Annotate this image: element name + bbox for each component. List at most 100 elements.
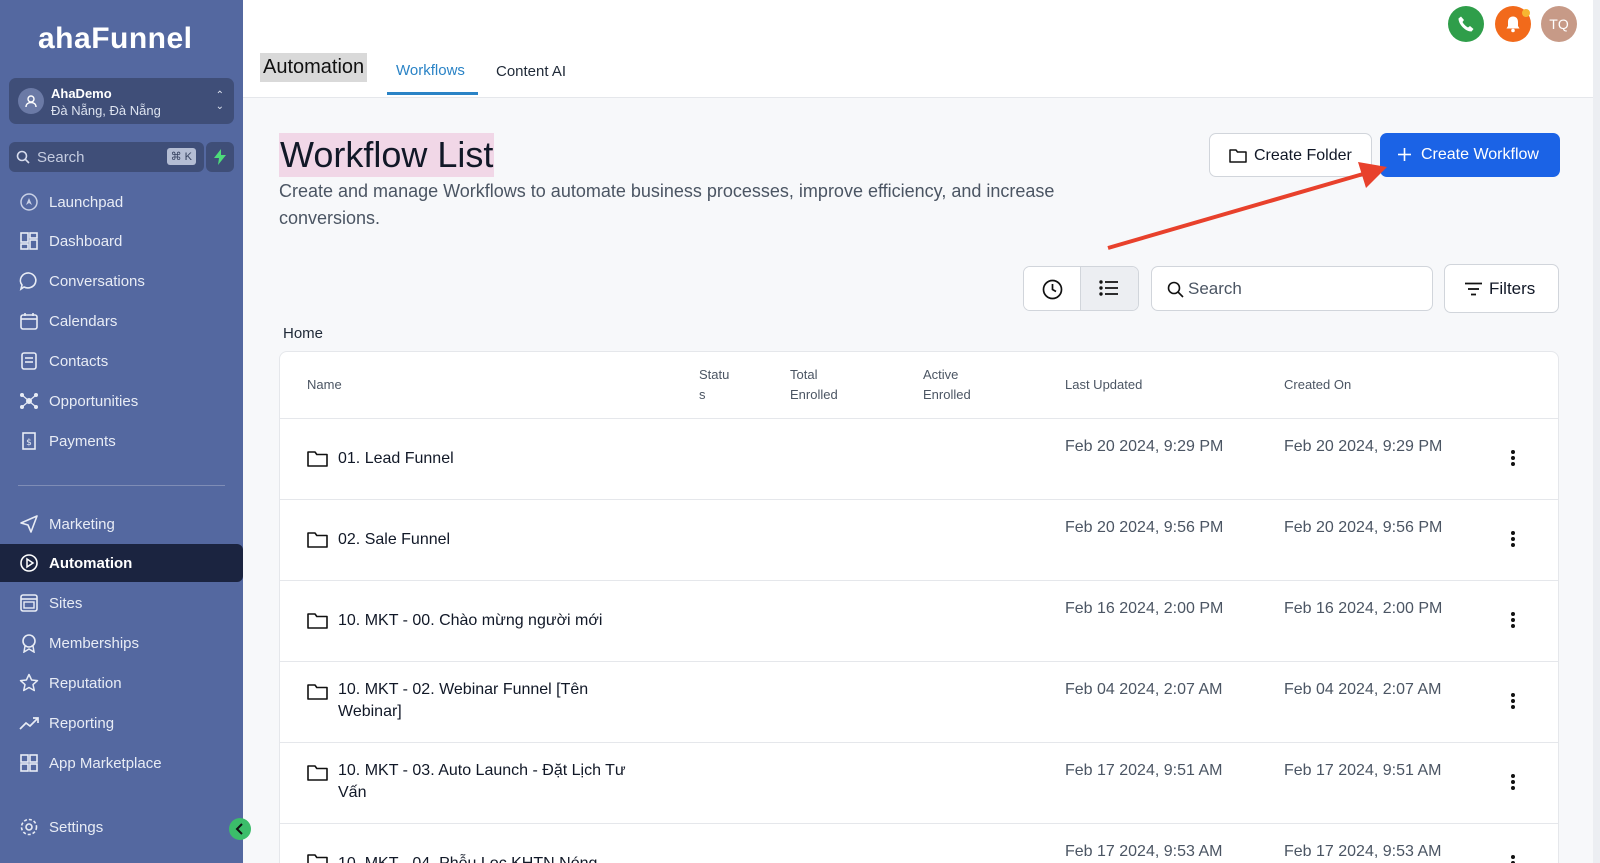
row-created-on: Feb 20 2024, 9:29 PM: [1284, 438, 1443, 455]
row-name[interactable]: 02. Sale Funnel: [338, 529, 638, 551]
row-last-updated: Feb 20 2024, 9:29 PM: [1065, 438, 1224, 455]
nav-launchpad[interactable]: Launchpad: [0, 183, 243, 221]
folder-icon: [307, 854, 328, 863]
create-workflow-button[interactable]: Create Workflow: [1380, 133, 1560, 177]
table-row[interactable]: 10. MKT - 00. Chào mừng người mới Feb 16…: [280, 581, 1558, 662]
nav-sites[interactable]: Sites: [0, 584, 243, 622]
nav-label: Sites: [49, 595, 83, 612]
row-created-on: Feb 17 2024, 9:53 AM: [1284, 843, 1442, 860]
filters-label: Filters: [1489, 279, 1536, 298]
workflow-table: Name Statu s Total Enrolled Active Enrol…: [279, 351, 1559, 863]
kebab-icon[interactable]: [1505, 448, 1521, 470]
sidebar-divider: [18, 485, 225, 486]
nav-memberships[interactable]: Memberships: [0, 624, 243, 662]
table-row[interactable]: 10. MKT - 02. Webinar Funnel [Tên Webina…: [280, 662, 1558, 743]
collapse-sidebar-button[interactable]: [229, 818, 251, 840]
nav-settings[interactable]: Settings: [0, 808, 243, 846]
star-icon: [19, 673, 39, 692]
search-input[interactable]: [1188, 277, 1418, 301]
nav-label: Settings: [49, 819, 104, 836]
section-title: Automation: [260, 53, 368, 82]
chevron-updown-icon: ⌃ ⌄: [215, 90, 224, 112]
row-name[interactable]: 10. MKT - 00. Chào mừng người mới: [338, 610, 678, 632]
nav-payments[interactable]: $ Payments: [0, 422, 243, 460]
folder-icon: [307, 451, 328, 467]
row-name[interactable]: 10. MKT - 02. Webinar Funnel [Tên Webina…: [338, 679, 618, 723]
kebab-icon[interactable]: [1505, 772, 1521, 794]
user-icon: [18, 88, 44, 114]
active-tab-indicator: [387, 92, 478, 95]
quick-actions-button[interactable]: [206, 142, 234, 172]
nav-app-marketplace[interactable]: App Marketplace: [0, 744, 243, 782]
nav-calendars[interactable]: Calendars: [0, 302, 243, 340]
notifications-button[interactable]: [1495, 6, 1531, 42]
gear-icon: [20, 818, 38, 836]
row-name[interactable]: 10. MKT - 04. Phễu Lọc KHTN Nóng: [338, 853, 678, 863]
nav-label: Launchpad: [49, 194, 124, 211]
shortcut-badge: ⌘ K: [166, 148, 196, 165]
column-header-created-on[interactable]: Created On: [1284, 375, 1351, 395]
recent-view-button[interactable]: [1024, 267, 1081, 310]
user-avatar[interactable]: TQ: [1541, 6, 1577, 42]
nav-marketing[interactable]: Marketing: [0, 505, 243, 543]
scrollbar[interactable]: [1593, 0, 1600, 863]
table-row[interactable]: 10. MKT - 03. Auto Launch - Đặt Lịch Tư …: [280, 743, 1558, 824]
sidebar-search[interactable]: Search ⌘ K: [9, 142, 204, 172]
table-row[interactable]: 01. Lead Funnel Feb 20 2024, 9:29 PM Feb…: [280, 419, 1558, 500]
nav-label: App Marketplace: [49, 755, 162, 772]
send-icon: [20, 515, 38, 533]
brand-logo[interactable]: ahaFunnel: [38, 22, 193, 56]
list-view-button[interactable]: [1081, 267, 1138, 310]
apps-icon: [20, 754, 38, 772]
nav-conversations[interactable]: Conversations: [0, 262, 243, 300]
folder-icon: [307, 765, 328, 781]
sidebar: ahaFunnel AhaDemo Đà Nẵng, Đà Nẵng ⌃ ⌄ Se…: [0, 0, 251, 863]
row-name[interactable]: 10. MKT - 03. Auto Launch - Đặt Lịch Tư …: [338, 760, 648, 804]
row-name[interactable]: 01. Lead Funnel: [338, 448, 638, 470]
kebab-icon[interactable]: [1505, 610, 1521, 632]
kebab-icon[interactable]: [1505, 853, 1521, 863]
column-header-name[interactable]: Name: [307, 375, 342, 395]
opportunities-icon: [20, 393, 38, 409]
folder-icon: [307, 532, 328, 548]
nav-label: Marketing: [49, 516, 115, 533]
tab-workflows[interactable]: Workflows: [396, 62, 465, 79]
nav-label: Conversations: [49, 273, 145, 290]
flash-icon: [214, 149, 226, 165]
row-created-on: Feb 20 2024, 9:56 PM: [1284, 519, 1443, 536]
breadcrumb[interactable]: Home: [283, 325, 323, 342]
tab-content-ai[interactable]: Content AI: [496, 63, 566, 80]
table-row[interactable]: 10. MKT - 04. Phễu Lọc KHTN Nóng Feb 17 …: [280, 824, 1558, 863]
nav-reputation[interactable]: Reputation: [0, 664, 243, 702]
column-header-active-enrolled[interactable]: Active Enrolled: [923, 365, 993, 405]
bell-icon: [1506, 16, 1520, 33]
contacts-icon: [21, 352, 37, 370]
account-location: Đà Nẵng, Đà Nẵng: [51, 103, 161, 118]
column-header-last-updated[interactable]: Last Updated: [1065, 375, 1142, 395]
nav-label: Memberships: [49, 635, 140, 652]
list-icon: [1099, 280, 1118, 296]
kebab-icon[interactable]: [1505, 691, 1521, 713]
filters-button[interactable]: Filters: [1444, 264, 1559, 313]
table-row[interactable]: 02. Sale Funnel Feb 20 2024, 9:56 PM Feb…: [280, 500, 1558, 581]
row-last-updated: Feb 20 2024, 9:56 PM: [1065, 519, 1224, 536]
payments-icon: $: [22, 432, 36, 450]
chevron-left-icon: [235, 823, 243, 835]
nav-opportunities[interactable]: Opportunities: [0, 382, 243, 420]
call-button[interactable]: [1448, 6, 1484, 42]
sites-icon: [20, 594, 38, 612]
nav-reporting[interactable]: Reporting: [0, 704, 243, 742]
kebab-icon[interactable]: [1505, 529, 1521, 551]
account-switcher[interactable]: AhaDemo Đà Nẵng, Đà Nẵng ⌃ ⌄: [9, 78, 234, 124]
membership-icon: [22, 634, 36, 653]
folder-icon: [307, 613, 328, 629]
nav-contacts[interactable]: Contacts: [0, 342, 243, 380]
nav-dashboard[interactable]: Dashboard: [0, 222, 243, 260]
column-header-total-enrolled[interactable]: Total Enrolled: [790, 365, 860, 405]
row-created-on: Feb 04 2024, 2:07 AM: [1284, 681, 1442, 698]
column-header-status[interactable]: Statu s: [699, 365, 739, 405]
account-name: AhaDemo: [51, 86, 112, 101]
phone-icon: [1458, 16, 1474, 32]
chat-icon: [19, 272, 37, 291]
nav-automation[interactable]: Automation: [0, 544, 243, 582]
